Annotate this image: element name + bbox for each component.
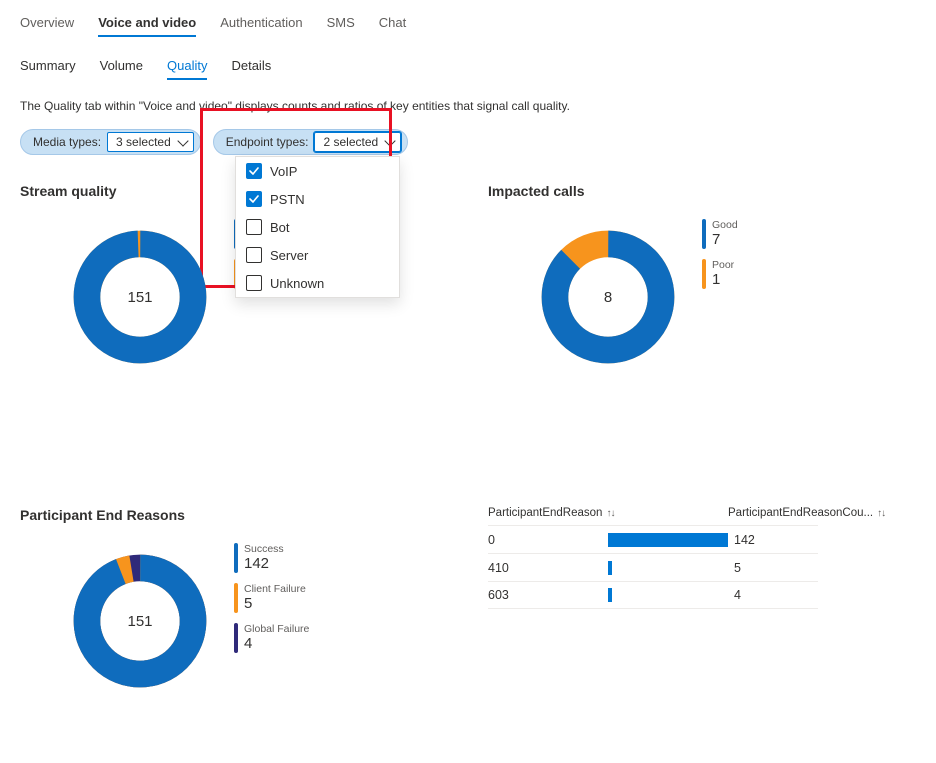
filter-media-types[interactable]: Media types: 3 selected (20, 129, 201, 155)
legend-color-swatch (702, 219, 706, 249)
filter-media-select[interactable]: 3 selected (107, 132, 194, 152)
cell-count: 142 (728, 533, 798, 547)
legend-item: Good7 (702, 219, 738, 249)
table-row[interactable]: 0 142 (488, 525, 818, 553)
panel-title: Impacted calls (488, 183, 916, 199)
legend-item: Client Failure5 (234, 583, 309, 613)
legend-color-swatch (234, 623, 238, 653)
cell-count: 4 (728, 588, 798, 602)
legend-item: Success142 (234, 543, 309, 573)
legend-label: Good (712, 219, 738, 231)
table-header: ParticipantEndReason ↑↓ ParticipantEndRe… (488, 507, 818, 525)
sub-tab-volume[interactable]: Volume (100, 58, 143, 79)
panel-impacted-calls: Impacted calls 8 Good7 Poor1 (488, 183, 916, 367)
legend-item: Poor1 (702, 259, 738, 289)
table-row[interactable]: 603 4 (488, 581, 818, 609)
filter-bar: Media types: 3 selected Endpoint types: … (20, 129, 916, 155)
chevron-down-icon (385, 135, 396, 146)
legend-value: 7 (712, 231, 738, 249)
legend-label: Success (244, 543, 284, 555)
top-tabs: Overview Voice and video Authentication SMS… (20, 8, 916, 36)
cell-reason: 410 (488, 561, 608, 575)
donut-center-value: 8 (538, 227, 678, 367)
legend-value: 142 (244, 555, 284, 573)
filter-endpoint-types[interactable]: Endpoint types: 2 selected VoIPPSTNBotSe… (213, 129, 408, 155)
top-tab-overview[interactable]: Overview (20, 15, 74, 36)
legend-label: Poor (712, 259, 734, 271)
filter-media-value: 3 selected (116, 135, 171, 149)
chevron-down-icon (177, 135, 188, 146)
checkbox-icon (246, 219, 262, 235)
col-count[interactable]: ParticipantEndReasonCou... ↑↓ (728, 507, 798, 519)
sort-icon: ↑↓ (606, 508, 614, 519)
table-participant-end-reason: ParticipantEndReason ↑↓ ParticipantEndRe… (488, 507, 818, 691)
legend-color-swatch (234, 583, 238, 613)
cell-reason: 0 (488, 533, 608, 547)
endpoint-dropdown: VoIP PSTN Bot Server Unknown (235, 156, 400, 298)
col-count-label: ParticipantEndReasonCou... (728, 507, 873, 519)
filter-endpoint-select[interactable]: 2 selected (314, 132, 401, 152)
panel-title: Participant End Reasons (20, 507, 448, 523)
sort-icon: ↑↓ (877, 508, 885, 519)
upper-grid: Stream quality 151 Good150Poor1 Impacted… (20, 183, 916, 367)
donut-impacted-calls: 8 (538, 227, 678, 367)
legend-value: 4 (244, 635, 309, 653)
legend-label: Client Failure (244, 583, 306, 595)
top-tab-chat[interactable]: Chat (379, 15, 406, 36)
donut-center-value: 151 (70, 551, 210, 691)
donut-participant-end-reasons: 151 (70, 551, 210, 691)
endpoint-option-bot[interactable]: Bot (236, 213, 399, 241)
sub-tab-summary[interactable]: Summary (20, 58, 76, 79)
donut-center-value: 151 (70, 227, 210, 367)
top-tab-voice-and-video[interactable]: Voice and video (98, 15, 196, 36)
donut-stream-quality: 151 (70, 227, 210, 367)
col-reason[interactable]: ParticipantEndReason ↑↓ (488, 507, 608, 519)
cell-bar (608, 561, 728, 575)
top-tab-authentication[interactable]: Authentication (220, 15, 302, 36)
option-label: Bot (270, 220, 290, 235)
endpoint-option-server[interactable]: Server (236, 241, 399, 269)
lower-grid: Participant End Reasons 151 Success142Cl… (20, 507, 916, 691)
legend-label: Global Failure (244, 623, 309, 635)
sub-tabs: Summary Volume Quality Details (20, 58, 916, 79)
cell-count: 5 (728, 561, 798, 575)
checkbox-icon (246, 275, 262, 291)
filter-media-label: Media types: (33, 135, 101, 149)
top-tab-sms[interactable]: SMS (327, 15, 355, 36)
endpoint-option-voip[interactable]: VoIP (236, 157, 399, 185)
legend-item: Global Failure4 (234, 623, 309, 653)
option-label: PSTN (270, 192, 305, 207)
panel-participant-end-reasons: Participant End Reasons 151 Success142 Cl… (20, 507, 448, 691)
legend-color-swatch (234, 543, 238, 573)
cell-bar (608, 588, 728, 602)
endpoint-option-pstn[interactable]: PSTN (236, 185, 399, 213)
quality-description: The Quality tab within "Voice and video"… (20, 99, 916, 113)
filter-endpoint-label: Endpoint types: (226, 135, 309, 149)
legend-impacted-calls: Good7 Poor1 (702, 219, 738, 289)
filter-endpoint-value: 2 selected (323, 135, 378, 149)
legend-value: 1 (712, 271, 734, 289)
option-label: VoIP (270, 164, 297, 179)
table-row[interactable]: 410 5 (488, 553, 818, 581)
checkbox-icon (246, 247, 262, 263)
legend-value: 5 (244, 595, 306, 613)
col-reason-label: ParticipantEndReason (488, 507, 602, 519)
legend-participant-end-reasons: Success142 Client Failure5 Global Failure4 (234, 543, 309, 653)
endpoint-option-unknown[interactable]: Unknown (236, 269, 399, 297)
checkbox-icon (246, 191, 262, 207)
sub-tab-quality[interactable]: Quality (167, 58, 207, 79)
legend-color-swatch (702, 259, 706, 289)
cell-reason: 603 (488, 588, 608, 602)
checkbox-icon (246, 163, 262, 179)
cell-bar (608, 533, 728, 547)
option-label: Server (270, 248, 308, 263)
option-label: Unknown (270, 276, 324, 291)
sub-tab-details[interactable]: Details (231, 58, 271, 79)
